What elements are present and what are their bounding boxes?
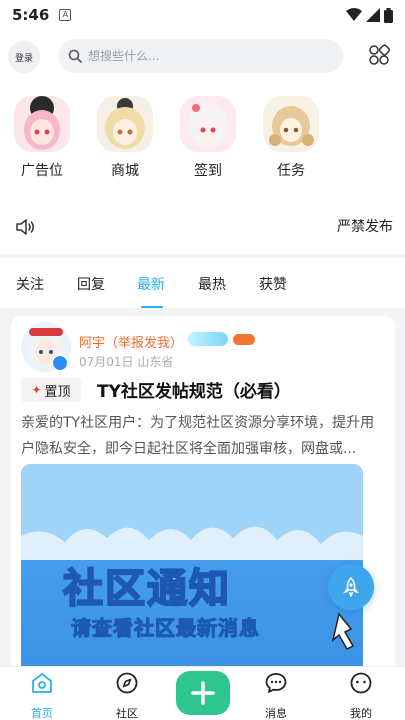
shortcut-shop[interactable]: 商城	[93, 96, 157, 180]
tab-replies[interactable]: 回复	[77, 274, 105, 294]
shortcut-label: 商城	[111, 163, 139, 179]
compass-icon	[116, 672, 138, 694]
profile-circle-icon	[350, 672, 372, 694]
login-button[interactable]: 登录	[8, 41, 40, 73]
anime-girl-blonde-icon	[97, 96, 153, 152]
shortcut-label: 任务	[277, 163, 305, 179]
post-body[interactable]: 亲爱的TY社区用户：为了规范社区资源分享环境，提升用户隐私安全，即今日起社区将全…	[21, 410, 385, 462]
anime-girl-animals-icon	[263, 96, 319, 152]
top-bar: 登录	[0, 38, 405, 74]
home-icon	[32, 673, 52, 693]
author-name[interactable]: 阿宇（举报发我）	[79, 332, 183, 351]
section-divider	[0, 254, 405, 258]
nav-community[interactable]: 社区	[97, 671, 157, 720]
grid-menu-icon[interactable]	[368, 44, 390, 66]
nav-messages[interactable]: 消息	[246, 671, 306, 720]
image-title: 社区通知	[62, 565, 231, 613]
plus-icon	[191, 681, 215, 705]
bottom-nav: 首页 社区 消息 我的	[0, 666, 405, 720]
shortcut-label: 签到	[194, 163, 222, 179]
search-icon	[68, 49, 82, 63]
notice-bar[interactable]: 严禁发布	[0, 212, 405, 242]
speaker-icon	[16, 219, 34, 235]
create-post-button[interactable]	[176, 671, 230, 715]
status-time: 5:46	[12, 6, 50, 24]
shortcut-grid: 广告位 商城 签到 任务	[0, 96, 405, 186]
vip-badge-icon	[233, 334, 255, 345]
level-badge-icon	[188, 332, 228, 346]
nav-label: 社区	[116, 707, 138, 720]
tab-follow[interactable]: 关注	[16, 274, 44, 294]
app-screen: 5:46 A 登录 广告位	[0, 0, 405, 720]
pinned-tag: ✦ 置顶	[21, 378, 81, 402]
search-input[interactable]	[88, 49, 308, 63]
pin-icon: ✦	[31, 383, 42, 397]
post-image[interactable]: 社区通知 请查看社区最新消息	[21, 464, 363, 676]
scroll-top-button[interactable]	[328, 564, 374, 610]
nav-home[interactable]: 首页	[12, 671, 72, 720]
rocket-icon	[342, 577, 360, 597]
shortcut-label: 广告位	[21, 163, 63, 179]
chat-bubble-icon	[265, 673, 287, 693]
nav-label: 首页	[31, 707, 53, 720]
post-meta: 07月01日 山东省	[79, 355, 174, 369]
shortcut-checkin[interactable]: 签到	[176, 96, 240, 180]
nav-label: 我的	[350, 707, 372, 720]
post-title[interactable]: TY社区发帖规范（必看）	[97, 377, 291, 402]
nav-profile[interactable]: 我的	[331, 671, 391, 720]
post-card[interactable]: 阿宇（举报发我） 07月01日 山东省 ✦ 置顶 TY社区发帖规范（必看） 亲爱…	[11, 316, 395, 676]
feed-tabs: 关注 回复 最新 最热 获赞	[0, 262, 405, 309]
search-box[interactable]	[58, 39, 343, 73]
tab-liked[interactable]: 获赞	[259, 274, 287, 294]
tab-latest[interactable]: 最新	[137, 274, 165, 294]
anime-girl-pink-icon	[14, 96, 70, 152]
nav-label: 消息	[265, 707, 287, 720]
shortcut-ads[interactable]: 广告位	[10, 96, 74, 180]
wifi-icon	[346, 8, 362, 21]
notice-text: 严禁发布	[337, 219, 393, 235]
shortcut-tasks[interactable]: 任务	[259, 96, 323, 180]
pinned-label: 置顶	[44, 384, 71, 400]
notification-icon: A	[59, 9, 72, 21]
signal-icon	[366, 8, 380, 22]
status-bar: 5:46 A	[0, 0, 405, 30]
battery-icon	[384, 7, 393, 23]
verified-badge-icon	[51, 354, 69, 372]
status-right	[346, 7, 393, 23]
anime-girl-white-icon	[180, 96, 236, 152]
image-subtitle: 请查看社区最新消息	[71, 616, 260, 641]
tab-hottest[interactable]: 最热	[198, 274, 226, 294]
